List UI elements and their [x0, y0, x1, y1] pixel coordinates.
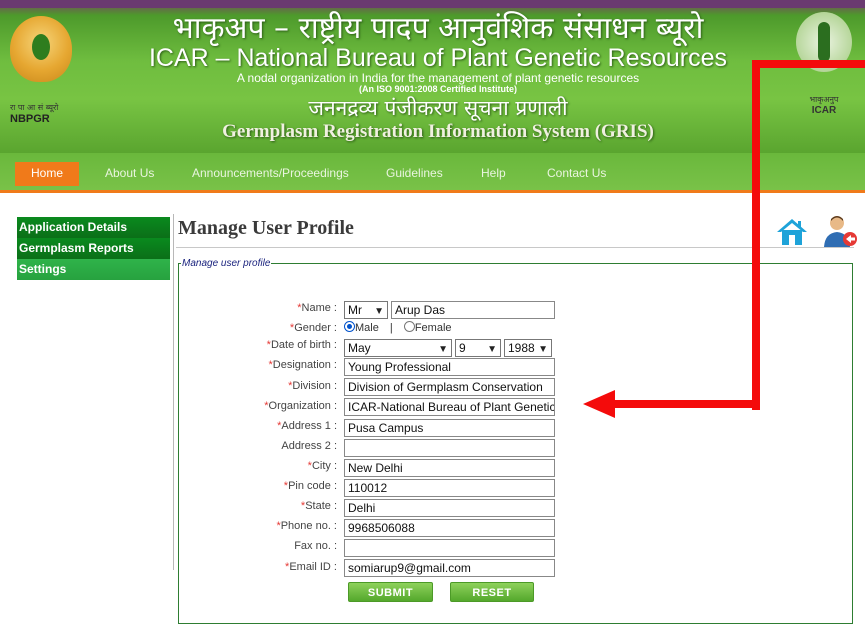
- chevron-down-icon: ▼: [538, 344, 548, 355]
- gender-female-radio[interactable]: [403, 321, 415, 332]
- name-label-text: Name :: [301, 302, 337, 314]
- division-input[interactable]: Division of Germplasm Conservation: [344, 378, 555, 396]
- reset-button[interactable]: RESET: [450, 582, 534, 602]
- iso-certification: (An ISO 9001:2008 Certified Institute): [358, 84, 518, 94]
- annotation-arrowhead: [583, 390, 615, 418]
- sidebar: Application Details Germplasm Reports Se…: [17, 217, 170, 280]
- pincode-label: *Pin code :: [197, 480, 337, 492]
- header-banner: रा पा आ सं ब्यूरो NBPGR भाकृअप – राष्ट्र…: [0, 0, 865, 153]
- system-title-english: Germplasm Registration Information Syste…: [222, 121, 654, 142]
- city-label: *City :: [197, 460, 337, 472]
- chevron-down-icon: ▼: [374, 306, 384, 317]
- gender-separator: |: [389, 322, 393, 334]
- phone-label: *Phone no. :: [197, 520, 337, 532]
- sidebar-item-settings[interactable]: Settings: [17, 259, 170, 280]
- dob-label: *Date of birth :: [197, 339, 337, 351]
- institute-title-hindi: भाकृअप – राष्ट्रीय पादप आनुवंशिक संसाधन …: [172, 11, 704, 46]
- division-label-text: Division :: [292, 380, 337, 392]
- annotation-arrow-horizontal: [612, 400, 760, 408]
- sidebar-item-application-details[interactable]: Application Details: [17, 217, 170, 238]
- system-title-hindi: जननद्रव्य पंजीकरण सूचना प्रणाली: [308, 96, 568, 120]
- home-icon[interactable]: [776, 218, 808, 246]
- dob-day-value: 9: [459, 341, 466, 355]
- city-input[interactable]: New Delhi: [344, 459, 555, 477]
- address2-input[interactable]: [344, 439, 555, 457]
- gender-male-radio[interactable]: [344, 321, 355, 332]
- address1-label-text: Address 1 :: [281, 420, 337, 432]
- title-select-value: Mr: [348, 303, 362, 317]
- state-label: *State :: [197, 500, 337, 512]
- city-label-text: City :: [311, 460, 337, 472]
- chevron-down-icon: ▼: [487, 344, 497, 355]
- state-label-text: State :: [305, 500, 337, 512]
- dob-month-select[interactable]: May ▼: [344, 339, 452, 357]
- page: { "header": { "title_hindi": "भाकृअप – र…: [0, 0, 865, 626]
- dob-day-select[interactable]: 9 ▼: [455, 339, 501, 357]
- address2-label: Address 2 :: [281, 440, 337, 452]
- main-nav: Home About Us Announcements/Proceedings …: [0, 153, 865, 193]
- organization-label-text: Organization :: [268, 400, 337, 412]
- state-input[interactable]: Delhi: [344, 499, 555, 517]
- icar-logo-text: ICAR: [811, 105, 837, 116]
- nav-guidelines[interactable]: Guidelines: [386, 166, 443, 180]
- designation-label-text: Designation :: [272, 359, 337, 371]
- gender-group: Male | Female: [344, 321, 452, 334]
- dob-month-value: May: [348, 341, 371, 355]
- nbpgr-emblem: [10, 16, 72, 82]
- submit-button[interactable]: SUBMIT: [348, 582, 433, 602]
- nbpgr-logo: रा पा आ सं ब्यूरो NBPGR: [6, 16, 76, 126]
- title-select[interactable]: Mr ▼: [344, 301, 388, 319]
- pincode-label-text: Pin code :: [288, 480, 337, 492]
- phone-input[interactable]: 9968506088: [344, 519, 555, 537]
- email-label-text: Email ID :: [289, 561, 337, 573]
- pincode-input[interactable]: 110012: [344, 479, 555, 497]
- sidebar-divider: [173, 214, 174, 570]
- designation-input[interactable]: Young Professional: [344, 358, 555, 376]
- address1-label: *Address 1 :: [197, 420, 337, 432]
- dob-label-text: Date of birth :: [270, 339, 337, 351]
- nav-about-us[interactable]: About Us: [105, 166, 154, 180]
- email-label: *Email ID :: [197, 561, 337, 573]
- institute-title-english: ICAR – National Bureau of Plant Genetic …: [148, 44, 728, 72]
- user-logout-icon[interactable]: [822, 214, 858, 248]
- email-input[interactable]: somiarup9@gmail.com: [344, 559, 555, 577]
- organization-input[interactable]: ICAR-National Bureau of Plant Genetic: [344, 398, 555, 416]
- dob-year-value: 1988: [508, 341, 535, 355]
- nav-help[interactable]: Help: [481, 166, 506, 180]
- icar-logo-hindi: भाकृअनुप: [809, 95, 839, 104]
- designation-label: *Designation :: [197, 359, 338, 371]
- annotation-arrow-vertical: [752, 60, 760, 410]
- fax-input[interactable]: [344, 539, 555, 557]
- page-title: Manage User Profile: [178, 217, 354, 239]
- phone-label-text: Phone no. :: [280, 520, 337, 532]
- profile-fieldset-legend: Manage user profile: [182, 258, 271, 269]
- name-label: *Name :: [197, 302, 337, 314]
- gender-label-text: Gender :: [294, 322, 337, 334]
- sidebar-item-germplasm-reports[interactable]: Germplasm Reports: [17, 238, 170, 259]
- nbpgr-logo-text: NBPGR: [10, 113, 50, 125]
- name-input[interactable]: Arup Das: [391, 301, 555, 319]
- gender-female-label: Female: [414, 322, 452, 334]
- institute-subtitle: A nodal organization in India for the ma…: [236, 71, 640, 85]
- dob-year-select[interactable]: 1988 ▼: [504, 339, 552, 357]
- gender-label: *Gender :: [197, 322, 337, 334]
- nbpgr-logo-hindi: रा पा आ सं ब्यूरो: [10, 103, 59, 112]
- nav-announcements[interactable]: Announcements/Proceedings: [192, 166, 349, 180]
- annotation-arrow-top: [752, 60, 865, 68]
- organization-label: *Organization :: [197, 400, 337, 412]
- gender-male-label: Male: [355, 322, 379, 334]
- fax-label: Fax no. :: [294, 540, 337, 552]
- address1-input[interactable]: Pusa Campus: [344, 419, 555, 437]
- division-label: *Division :: [197, 380, 337, 392]
- chevron-down-icon: ▼: [438, 344, 448, 355]
- nav-contact-us[interactable]: Contact Us: [547, 166, 606, 180]
- nav-home[interactable]: Home: [15, 162, 80, 186]
